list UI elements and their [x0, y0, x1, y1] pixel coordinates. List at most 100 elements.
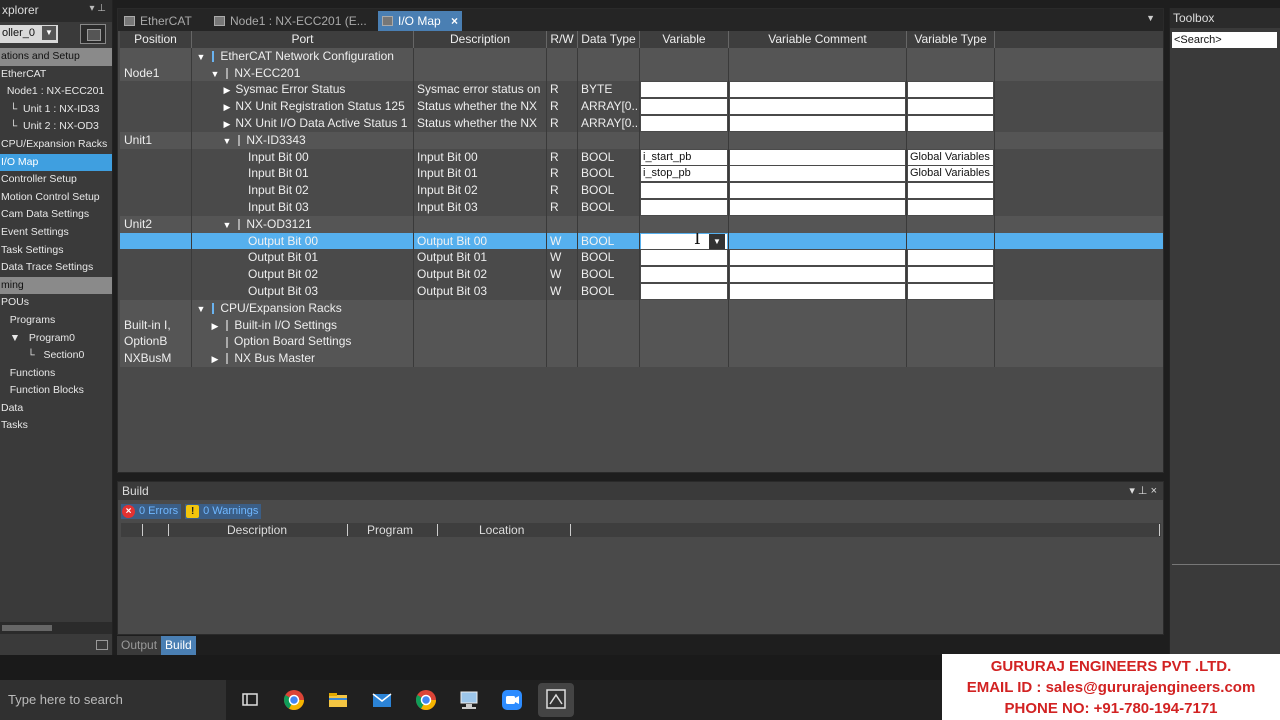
io-map-row[interactable]: Unit1 ▼ NX-ID3343	[120, 131, 1163, 149]
variable-input[interactable]	[641, 199, 727, 215]
errors-filter-button[interactable]: × 0 Errors	[121, 504, 182, 519]
variable-type-input[interactable]	[908, 250, 993, 266]
tab-list-icon[interactable]: ▼	[1146, 13, 1155, 23]
variable-comment-input[interactable]	[730, 149, 905, 165]
column-header-data-type[interactable]: Data Type	[578, 31, 640, 48]
explorer-section-header[interactable]: ations and Setup	[0, 48, 112, 66]
variable-comment-input[interactable]	[730, 250, 905, 266]
column-header-variable-comment[interactable]: Variable Comment	[729, 31, 907, 48]
explorer-tree-item[interactable]: └ Unit 2 : NX-OD3	[0, 118, 112, 136]
variable-input[interactable]	[641, 99, 727, 115]
variable-type-input[interactable]	[908, 183, 993, 199]
io-map-row[interactable]: Node1 ▼ NX-ECC201	[120, 64, 1163, 82]
chrome-icon[interactable]	[280, 686, 308, 714]
panel-controls[interactable]: ▾ ⊥ ×	[1129, 482, 1157, 500]
mail-icon[interactable]	[368, 686, 396, 714]
scroll-thumb[interactable]	[2, 625, 52, 631]
variable-comment-input[interactable]	[730, 183, 905, 199]
io-map-row[interactable]: ▼ CPU/Expansion Racks	[120, 299, 1163, 317]
explorer-tree-item[interactable]: CPU/Expansion Racks	[0, 136, 112, 154]
column-header-port[interactable]: Port	[192, 31, 414, 48]
explorer-tree-item[interactable]: Controller Setup	[0, 171, 112, 189]
io-map-row[interactable]: OptionB Option Board Settings	[120, 333, 1163, 351]
tab-io-map[interactable]: I/O Map ×	[378, 11, 462, 31]
zoom-icon[interactable]	[498, 686, 526, 714]
explorer-tree-item[interactable]: └ Section0	[0, 347, 112, 365]
io-map-row[interactable]: ▶ NX Unit I/O Data Active Status 1 Status…	[120, 114, 1163, 132]
io-map-row[interactable]: NXBusM ▶ NX Bus Master	[120, 350, 1163, 367]
explorer-tree-item[interactable]: └ Unit 1 : NX-ID33	[0, 101, 112, 119]
variable-comment-input[interactable]	[730, 82, 905, 98]
variable-comment-input[interactable]	[730, 115, 905, 131]
expand-right-icon[interactable]: ▶	[222, 82, 232, 98]
variable-input[interactable]	[641, 115, 727, 131]
explorer-tree-item[interactable]: Tasks	[0, 417, 112, 435]
network-computer-icon[interactable]	[455, 686, 483, 714]
io-map-row[interactable]: ▼ EtherCAT Network Configuration	[120, 47, 1163, 65]
tab-output[interactable]: Output	[117, 636, 162, 655]
io-map-row[interactable]: Input Bit 00 Input Bit 00 R BOOL i_start_pb G…	[120, 148, 1163, 166]
explorer-tree-item[interactable]: Data Trace Settings	[0, 259, 112, 277]
io-map-row[interactable]: ▶ Sysmac Error Status Sysmac error status…	[120, 81, 1163, 99]
io-map-row[interactable]: Output Bit 03 Output Bit 03 W BOOL	[120, 282, 1163, 300]
variable-type-input[interactable]: Global Variables	[908, 149, 993, 165]
variable-type-input[interactable]	[908, 99, 993, 115]
expand-down-icon[interactable]: ▼	[222, 217, 232, 233]
resize-corner-icon[interactable]	[96, 640, 108, 650]
expand-right-icon[interactable]: ▶	[210, 351, 220, 367]
tab-ethercat[interactable]: EtherCAT	[120, 11, 208, 31]
controller-status-button[interactable]	[80, 24, 106, 44]
explorer-tree-item[interactable]: EtherCAT	[0, 66, 112, 84]
variable-type-input[interactable]: Global Variables	[908, 166, 993, 182]
close-icon[interactable]: ×	[451, 11, 458, 31]
column-header-rw[interactable]: R/W	[547, 31, 578, 48]
variable-comment-input[interactable]	[730, 99, 905, 115]
variable-comment-input[interactable]	[730, 199, 905, 215]
warnings-filter-button[interactable]: ! 0 Warnings	[185, 504, 262, 519]
tab-node1[interactable]: Node1 : NX-ECC201 (E...	[210, 11, 375, 31]
variable-input[interactable]: i_start_pb	[641, 149, 727, 165]
explorer-tree-item[interactable]: ▼ Program0	[0, 330, 112, 348]
io-map-row[interactable]: Output Bit 00 Output Bit 00 W BOOL I ▼	[120, 232, 1163, 250]
expand-right-icon[interactable]: ▶	[222, 99, 232, 115]
explorer-section-header[interactable]: ming	[0, 276, 112, 295]
column-header-variable-type[interactable]: Variable Type	[907, 31, 995, 48]
explorer-hscrollbar[interactable]	[0, 622, 112, 634]
toolbox-search-input[interactable]: <Search>	[1172, 32, 1277, 48]
column-header-description[interactable]: Description	[414, 31, 547, 48]
controller-combo[interactable]: oller_0 ▼	[0, 25, 58, 43]
column-header-position[interactable]: Position	[120, 31, 192, 48]
io-map-row[interactable]: Output Bit 02 Output Bit 02 W BOOL	[120, 266, 1163, 283]
build-col-program[interactable]: Program	[367, 523, 413, 537]
variable-input[interactable]	[641, 267, 727, 283]
chevron-down-icon[interactable]: ▼	[709, 233, 725, 249]
sysmac-studio-icon[interactable]	[538, 683, 574, 717]
explorer-tree-item[interactable]: Functions	[0, 365, 112, 383]
explorer-tree-item[interactable]: Programs	[0, 312, 112, 330]
task-view-icon[interactable]	[236, 686, 264, 714]
chevron-down-icon[interactable]: ▼	[42, 26, 56, 40]
expand-right-icon[interactable]: ▶	[210, 318, 220, 334]
variable-comment-input[interactable]	[730, 283, 905, 299]
build-col-location[interactable]: Location	[479, 523, 524, 537]
variable-comment-input[interactable]	[730, 166, 905, 182]
variable-type-input[interactable]	[908, 283, 993, 299]
tab-build[interactable]: Build	[161, 636, 196, 655]
explorer-tree-item[interactable]: Cam Data Settings	[0, 206, 112, 224]
explorer-tree-item[interactable]: Function Blocks	[0, 382, 112, 400]
io-map-row[interactable]: Input Bit 01 Input Bit 01 R BOOL i_stop_pb Gl…	[120, 165, 1163, 183]
variable-input[interactable]	[641, 183, 727, 199]
variable-type-input[interactable]	[908, 199, 993, 215]
variable-input[interactable]	[641, 283, 727, 299]
explorer-tree-item[interactable]: Task Settings	[0, 242, 112, 260]
variable-input[interactable]: i_stop_pb	[641, 166, 727, 182]
io-map-row[interactable]: Output Bit 01 Output Bit 01 W BOOL	[120, 249, 1163, 267]
variable-type-input[interactable]	[908, 82, 993, 98]
variable-comment-input[interactable]	[730, 267, 905, 283]
expand-down-icon[interactable]: ▼	[222, 133, 232, 149]
pin-icon[interactable]: ▾ ⊥	[89, 3, 106, 14]
expand-down-icon[interactable]: ▼	[210, 66, 220, 82]
column-header-variable[interactable]: Variable	[640, 31, 729, 48]
variable-type-input[interactable]	[908, 115, 993, 131]
io-map-row[interactable]: Input Bit 02 Input Bit 02 R BOOL	[120, 182, 1163, 199]
